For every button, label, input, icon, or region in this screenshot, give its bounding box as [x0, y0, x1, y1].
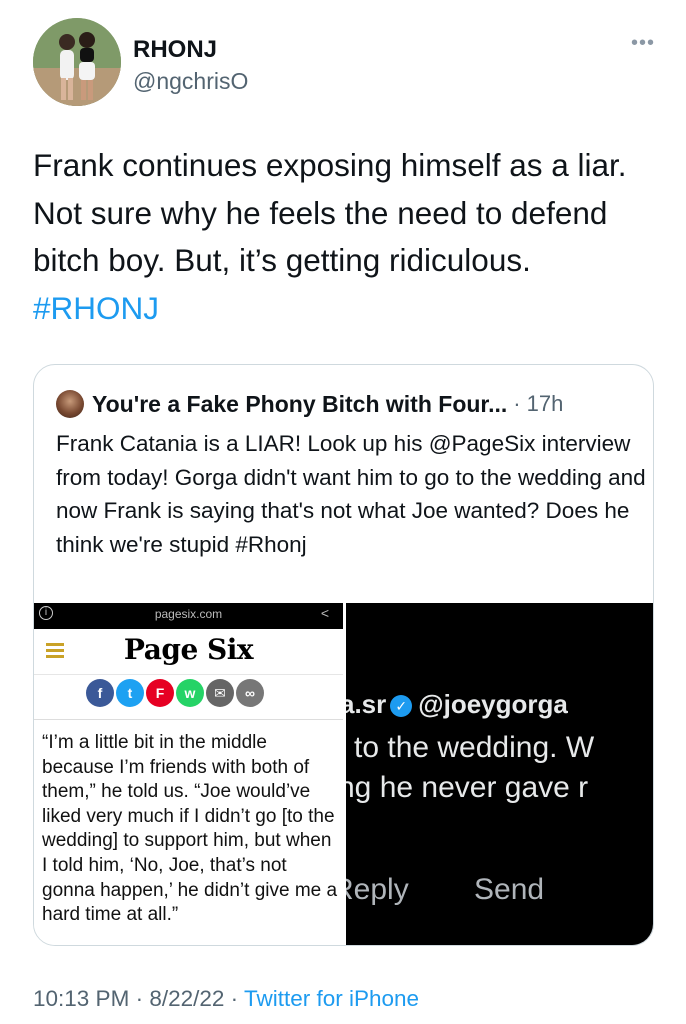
- author-name[interactable]: RHONJ: [133, 36, 217, 64]
- more-horizontal-icon[interactable]: •••: [631, 32, 655, 55]
- avatar-photo: [33, 18, 121, 106]
- dark-mention: @joeygorga: [418, 689, 568, 719]
- author-avatar[interactable]: [33, 18, 121, 106]
- dark-tweet-screenshot[interactable]: a.sr✓@joeygorga to the wedding. W ng he …: [346, 603, 653, 945]
- browser-url: pagesix.com: [154, 607, 223, 621]
- quoted-tweet-text: Frank Catania is a LIAR! Look up his @Pa…: [56, 431, 646, 557]
- pagesix-logo: Page Six: [123, 633, 254, 666]
- separator-dot: ·: [513, 391, 521, 416]
- tweet-hashtag[interactable]: #RHONJ: [33, 290, 159, 326]
- meta-separator: ·: [129, 986, 150, 1011]
- dark-reply-label: Reply: [346, 873, 409, 906]
- meta-separator: ·: [224, 986, 244, 1011]
- whatsapp-icon: w: [176, 679, 204, 707]
- verified-badge-icon: ✓: [390, 695, 413, 717]
- quoted-tweet-header: You're a Fake Phony Bitch with Four... ·…: [56, 389, 563, 419]
- quoted-media[interactable]: i pagesix.com < Page Six f t F w ✉ ∞ “I’…: [34, 603, 653, 945]
- divider: [34, 719, 343, 720]
- share-icon: <: [320, 605, 329, 621]
- browser-bar: i pagesix.com <: [34, 603, 343, 629]
- quoted-timestamp: 17h: [526, 391, 564, 416]
- pagesix-nav: Page Six: [34, 629, 343, 675]
- tweet-time[interactable]: 10:13 PM: [33, 986, 129, 1011]
- twitter-icon: t: [116, 679, 144, 707]
- tweet-date[interactable]: 8/22/22: [149, 986, 224, 1011]
- pagesix-screenshot[interactable]: i pagesix.com < Page Six f t F w ✉ ∞ “I’…: [34, 603, 343, 945]
- author-handle[interactable]: @ngchrisO: [133, 68, 248, 95]
- tweet-metadata: 10:13 PM · 8/22/22 · Twitter for iPhone: [33, 986, 419, 1012]
- tweet-source[interactable]: Twitter for iPhone: [244, 986, 419, 1011]
- social-share-icons: f t F w ✉ ∞: [86, 679, 264, 707]
- link-icon: ∞: [236, 679, 264, 707]
- quoted-author-name: You're a Fake Phony Bitch with Four...: [92, 390, 508, 417]
- dark-author-fragment: a.sr: [346, 689, 387, 719]
- dark-send-label: Send: [474, 873, 545, 906]
- flipboard-icon: F: [146, 679, 174, 707]
- email-icon: ✉: [206, 679, 234, 707]
- tweet-header: RHONJ @ngchrisO •••: [33, 18, 663, 108]
- facebook-icon: f: [86, 679, 114, 707]
- dark-text-line: ng he never gave r: [346, 771, 589, 804]
- tweet-body: Frank continues exposing himself as a li…: [33, 147, 627, 278]
- quoted-tweet[interactable]: You're a Fake Phony Bitch with Four... ·…: [33, 364, 654, 946]
- dark-text-line: to the wedding. W: [354, 731, 595, 764]
- tweet-text: Frank continues exposing himself as a li…: [33, 142, 663, 332]
- pagesix-article-text: “I’m a little bit in the middle because …: [42, 732, 338, 926]
- quoted-author-avatar: [56, 390, 84, 418]
- dark-author-line: a.sr✓@joeygorga: [346, 689, 568, 720]
